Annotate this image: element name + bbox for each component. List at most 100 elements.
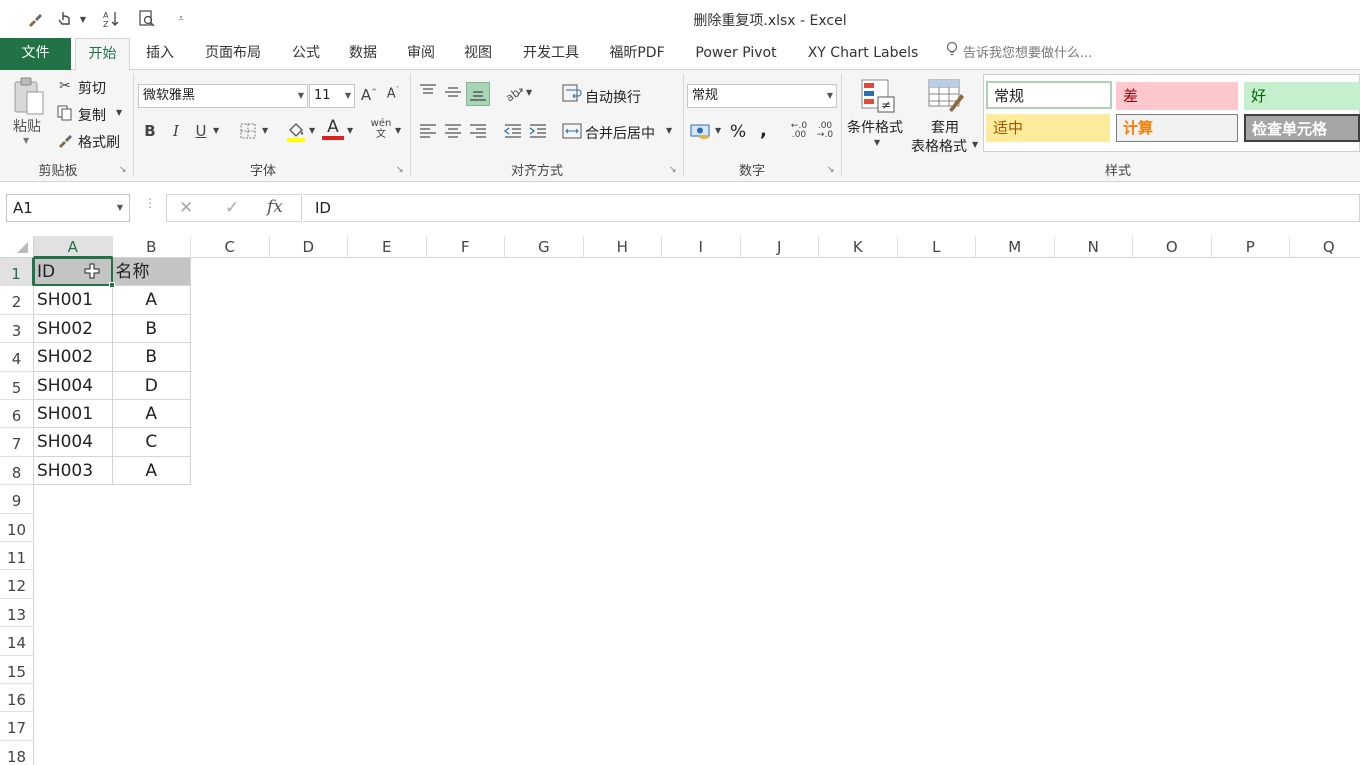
align-middle-icon[interactable] <box>442 82 464 106</box>
merge-center-button[interactable]: 合并后居中 <box>585 123 655 143</box>
cell-b6[interactable]: A <box>112 400 191 429</box>
cell-a3[interactable]: SH002 <box>34 314 113 344</box>
percent-style-button[interactable]: % <box>730 122 746 142</box>
underline-button[interactable]: U <box>192 122 210 140</box>
fill-handle[interactable] <box>108 282 115 289</box>
column-header-g[interactable]: G <box>505 236 584 258</box>
column-header-h[interactable]: H <box>583 236 662 258</box>
style-good[interactable]: 好 <box>1244 82 1360 110</box>
style-calculation[interactable]: 计算 <box>1116 114 1238 142</box>
accounting-dropdown-icon[interactable]: ▼ <box>715 126 721 135</box>
underline-dropdown-icon[interactable]: ▼ <box>213 126 219 135</box>
copy-button[interactable]: 复制 <box>78 105 106 125</box>
row-header-12[interactable]: 12 <box>0 570 34 599</box>
column-header-n[interactable]: N <box>1054 236 1133 258</box>
style-normal[interactable]: 常规 <box>986 81 1112 109</box>
style-bad[interactable]: 差 <box>1116 82 1238 110</box>
format-table-dropdown-icon[interactable]: ▼ <box>972 140 978 149</box>
cell-a4[interactable]: SH002 <box>34 343 113 372</box>
increase-decimal-icon[interactable]: ←.0.00 <box>788 122 810 140</box>
tab-data[interactable]: 数据 <box>339 38 387 70</box>
name-box[interactable]: A1 ▼ <box>6 194 130 222</box>
row-header-8[interactable]: 8 <box>0 456 34 486</box>
cut-button[interactable]: 剪切 <box>78 78 106 98</box>
tab-file[interactable]: 文件 <box>0 38 71 70</box>
cell-b1[interactable]: 名称 <box>112 258 191 287</box>
cell-b8[interactable]: A <box>112 456 191 486</box>
decrease-indent-icon[interactable] <box>502 122 524 144</box>
formula-input[interactable]: ID <box>303 194 1360 222</box>
bold-button[interactable]: B <box>141 122 159 140</box>
column-header-k[interactable]: K <box>819 236 898 258</box>
column-header-p[interactable]: P <box>1211 236 1290 258</box>
cancel-icon[interactable]: ✕ <box>179 198 193 218</box>
clipboard-launcher-icon[interactable]: ↘ <box>119 165 127 175</box>
align-left-icon[interactable] <box>417 122 439 144</box>
row-header-14[interactable]: 14 <box>0 627 34 656</box>
font-color-dropdown-icon[interactable]: ▼ <box>347 126 353 135</box>
italic-button[interactable]: I <box>167 122 185 140</box>
decrease-decimal-icon[interactable]: .00 →.0 <box>814 122 836 140</box>
borders-dropdown-icon[interactable]: ▼ <box>262 126 268 135</box>
tab-view[interactable]: 视图 <box>454 38 502 70</box>
borders-icon[interactable] <box>238 122 258 144</box>
row-header-13[interactable]: 13 <box>0 598 34 628</box>
column-header-e[interactable]: E <box>348 236 427 258</box>
number-format-select[interactable]: 常规 ▼ <box>687 84 837 108</box>
row-header-11[interactable]: 11 <box>0 542 34 571</box>
increase-indent-icon[interactable] <box>527 122 549 144</box>
orientation-dropdown-icon[interactable]: ▼ <box>526 88 532 97</box>
orientation-icon[interactable]: ab <box>503 84 525 106</box>
font-name-select[interactable]: 微软雅黑 ▼ <box>138 84 308 108</box>
conditional-dropdown-icon[interactable]: ▼ <box>874 138 880 147</box>
tab-foxit-pdf[interactable]: 福昕PDF <box>600 38 674 70</box>
number-launcher-icon[interactable]: ↘ <box>827 165 835 175</box>
row-header-9[interactable]: 9 <box>0 485 34 514</box>
style-check-cell[interactable]: 检查单元格 <box>1244 114 1360 142</box>
formula-bar-grip-icon[interactable]: ⋮ <box>144 196 156 210</box>
font-color-icon[interactable]: A <box>322 118 344 140</box>
tell-me-search[interactable]: 告诉我您想要做什么... <box>945 38 1092 70</box>
tab-review[interactable]: 审阅 <box>397 38 445 70</box>
accounting-format-icon[interactable] <box>690 122 712 144</box>
row-header-3[interactable]: 3 <box>0 314 34 344</box>
tab-xy-chart-labels[interactable]: XY Chart Labels <box>798 38 928 70</box>
paste-button[interactable]: 粘贴 <box>13 116 41 136</box>
cell-b3[interactable]: B <box>112 314 191 344</box>
format-painter-button[interactable]: 格式刷 <box>78 132 120 152</box>
decrease-font-icon[interactable]: Aˇ <box>384 86 402 101</box>
alignment-launcher-icon[interactable]: ↘ <box>669 165 677 175</box>
align-right-icon[interactable] <box>467 122 489 144</box>
copy-dropdown-icon[interactable]: ▼ <box>116 108 122 117</box>
increase-font-icon[interactable]: A^ <box>360 86 378 104</box>
row-header-1[interactable]: 1 <box>0 258 34 287</box>
column-header-o[interactable]: O <box>1133 236 1212 258</box>
row-header-4[interactable]: 4 <box>0 343 34 372</box>
cell-a5[interactable]: SH004 <box>34 371 113 400</box>
row-header-17[interactable]: 17 <box>0 712 34 741</box>
wrap-text-button[interactable]: 自动换行 <box>585 87 641 107</box>
column-header-j[interactable]: J <box>740 236 819 258</box>
select-all-button[interactable] <box>0 236 34 258</box>
phonetic-dropdown-icon[interactable]: ▼ <box>395 126 401 135</box>
tab-page-layout[interactable]: 页面布局 <box>196 38 270 70</box>
row-header-10[interactable]: 10 <box>0 513 34 542</box>
insert-function-button[interactable]: fx <box>267 197 283 217</box>
cell-b7[interactable]: C <box>112 428 191 457</box>
column-header-q[interactable]: Q <box>1290 236 1360 258</box>
fill-color-icon[interactable] <box>285 120 307 146</box>
merge-dropdown-icon[interactable]: ▼ <box>666 126 672 135</box>
align-bottom-icon[interactable] <box>466 82 490 106</box>
cell-b5[interactable]: D <box>112 371 191 400</box>
column-header-a[interactable]: A <box>34 236 113 258</box>
tab-home[interactable]: 开始 <box>75 38 130 71</box>
tab-insert[interactable]: 插入 <box>136 38 184 70</box>
format-as-table-line1[interactable]: 套用 <box>931 117 959 137</box>
paste-icon[interactable] <box>10 76 46 120</box>
column-header-i[interactable]: I <box>662 236 741 258</box>
column-header-m[interactable]: M <box>976 236 1055 258</box>
cell-a2[interactable]: SH001 <box>34 286 113 315</box>
column-header-c[interactable]: C <box>191 236 270 258</box>
phonetic-guide-icon[interactable]: wén 文 <box>370 118 392 140</box>
row-header-2[interactable]: 2 <box>0 286 34 315</box>
